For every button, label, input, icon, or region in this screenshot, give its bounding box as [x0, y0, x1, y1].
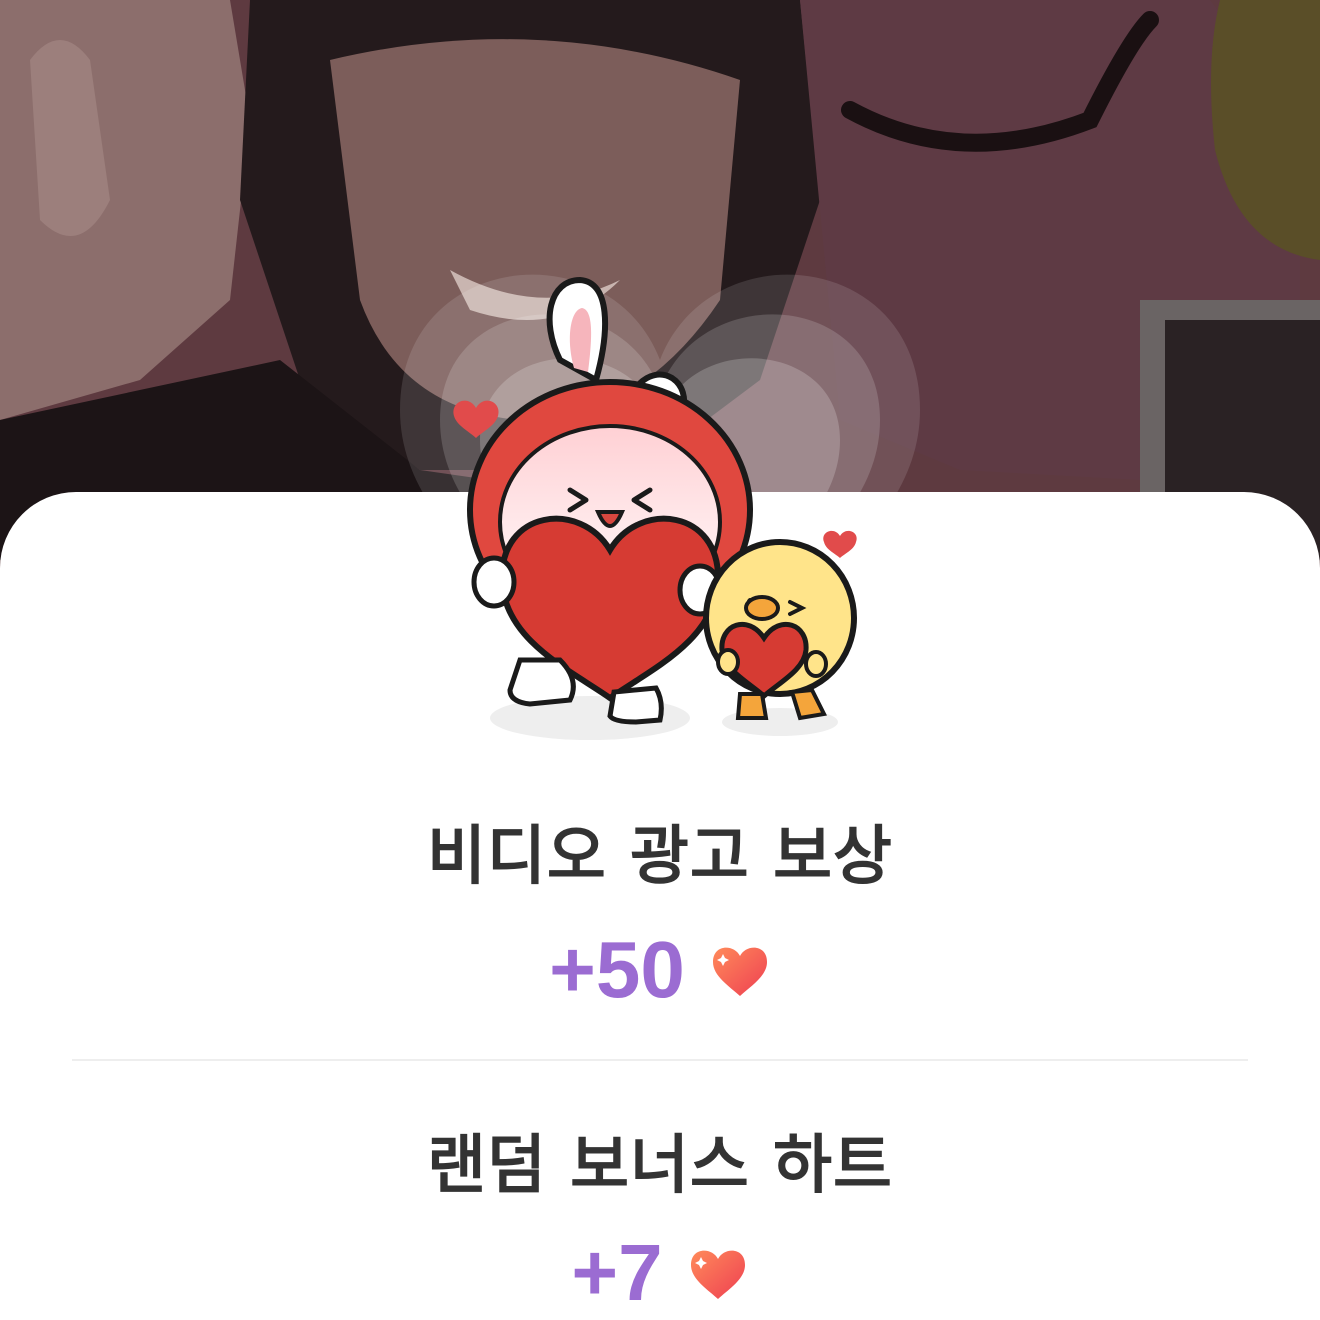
- reward-amount-row: +7: [0, 1228, 1320, 1318]
- reward-title: 랜덤 보너스 하트: [427, 1129, 893, 1203]
- reward-amount-row: +50: [0, 925, 1320, 1015]
- reward-title: 비디오 광고 보상: [427, 820, 893, 894]
- heart-icon: [709, 942, 771, 998]
- reward-amount: +50: [549, 925, 685, 1014]
- heart-icon: [687, 1245, 749, 1301]
- divider: [72, 1059, 1248, 1061]
- mascot-illustration: [360, 240, 960, 760]
- reward-amount: +7: [571, 1228, 663, 1317]
